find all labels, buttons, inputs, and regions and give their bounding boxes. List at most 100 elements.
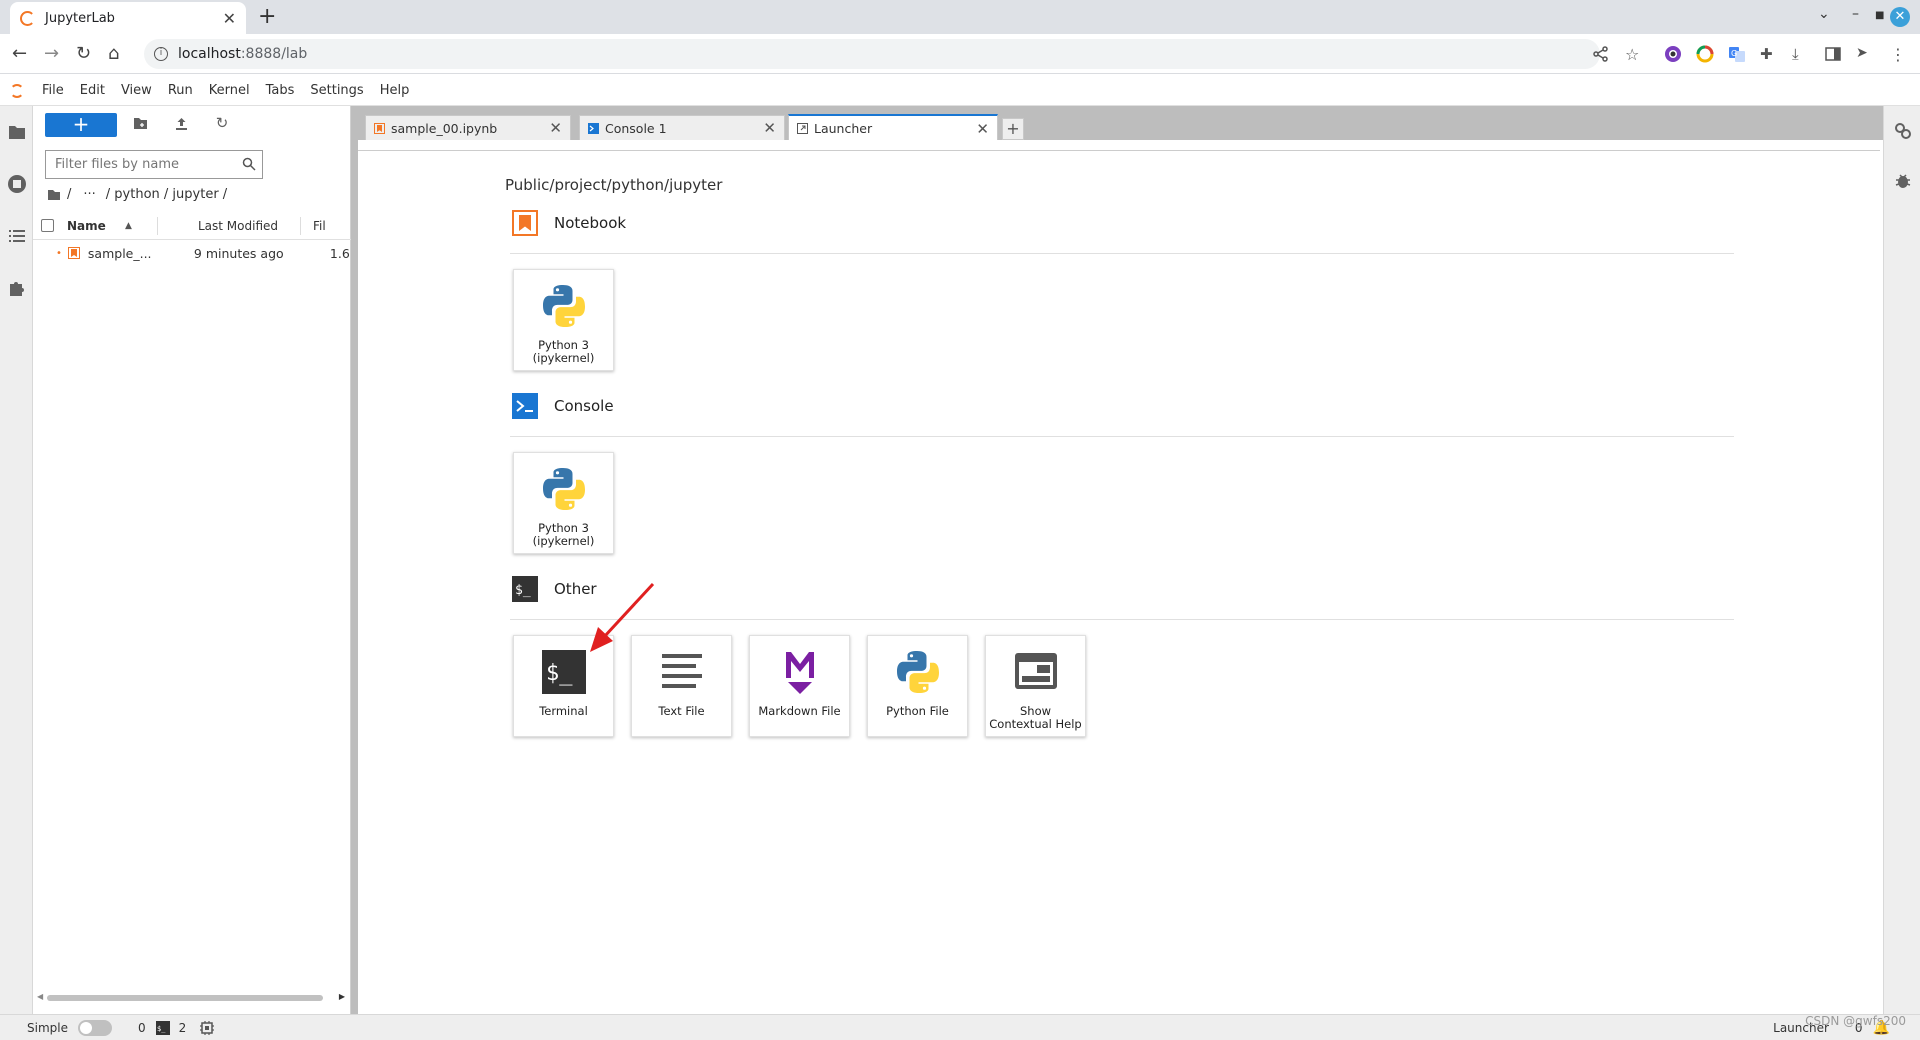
scroll-left-icon[interactable]: ◀ — [37, 992, 43, 1001]
filter-files-input[interactable] — [55, 157, 235, 172]
section-other: $_ Other — [512, 576, 597, 602]
url-text: localhost:8888/lab — [178, 46, 307, 62]
menu-edit[interactable]: Edit — [72, 83, 113, 98]
refresh-icon[interactable]: ↻ — [214, 114, 230, 132]
home-folder-icon[interactable] — [47, 189, 61, 201]
menu-tabs[interactable]: Tabs — [258, 83, 303, 98]
card-label-line2: Contextual Help — [989, 717, 1082, 731]
terminals-count[interactable]: 2 — [179, 1021, 187, 1035]
translate-icon[interactable]: G — [1728, 45, 1746, 63]
file-modified: 9 minutes ago — [193, 245, 284, 261]
minimize-icon[interactable]: – — [1852, 6, 1859, 22]
back-icon[interactable]: ← — [12, 43, 27, 64]
close-tab-icon[interactable]: ✕ — [223, 9, 236, 28]
column-divider — [157, 216, 158, 235]
extension-ring-icon[interactable] — [1696, 45, 1714, 63]
maximize-icon[interactable]: ■ — [1875, 10, 1884, 21]
contextual-help-icon — [1010, 646, 1062, 698]
property-inspector-icon[interactable] — [1894, 122, 1912, 144]
terminal-status-icon[interactable]: $_ — [155, 1020, 170, 1035]
menu-kernel[interactable]: Kernel — [201, 83, 258, 98]
menu-settings[interactable]: Settings — [302, 83, 371, 98]
simple-mode-toggle[interactable] — [77, 1019, 112, 1036]
kernels-count[interactable]: 0 — [138, 1021, 146, 1035]
add-tab-button[interactable]: + — [1002, 118, 1024, 140]
folder-icon[interactable] — [7, 122, 27, 142]
scrollbar-thumb[interactable] — [47, 995, 323, 1001]
new-launcher-button[interactable]: + — [45, 113, 117, 137]
column-name[interactable]: Name — [67, 219, 125, 233]
profile-icon[interactable]: ➤ — [1856, 45, 1874, 63]
svg-text:$_: $_ — [515, 583, 531, 598]
table-of-contents-icon[interactable] — [7, 226, 27, 246]
column-file-size[interactable]: Fil — [313, 219, 326, 233]
new-tab-icon[interactable]: + — [258, 4, 276, 29]
launcher-card-notebook-python3[interactable]: Python 3 (ipykernel) — [513, 269, 614, 371]
extension-color-icon[interactable] — [1664, 45, 1682, 63]
browser-tab[interactable]: JupyterLab ✕ — [10, 2, 246, 34]
python-icon — [892, 646, 944, 698]
breadcrumb-ellipsis[interactable]: ··· — [83, 187, 95, 202]
window-close-icon[interactable]: ✕ — [1890, 7, 1910, 27]
more-menu-icon[interactable]: ⋮ — [1890, 45, 1908, 64]
python-logo-icon — [538, 463, 590, 515]
side-panel-icon[interactable] — [1824, 45, 1842, 63]
share-icon[interactable] — [1592, 45, 1610, 63]
filter-files-field[interactable] — [45, 150, 263, 179]
launcher-card-python-file[interactable]: Python File — [867, 635, 968, 737]
tab-console-1[interactable]: Console 1 ✕ — [579, 115, 785, 140]
file-browser-panel: + ↻ / ··· / python / jupyter / Name ▲ La… — [33, 106, 351, 1014]
terminal-icon: $_ — [538, 646, 590, 698]
notebook-icon — [374, 122, 385, 134]
address-bar[interactable]: i localhost:8888/lab — [144, 39, 1600, 69]
sort-ascending-icon: ▲ — [125, 220, 132, 231]
url-port-path: :8888/lab — [240, 46, 308, 62]
file-list-header: Name ▲ Last Modified Fil — [33, 212, 351, 240]
close-tab-icon[interactable]: ✕ — [976, 120, 989, 138]
menu-help[interactable]: Help — [372, 83, 418, 98]
breadcrumb-root[interactable]: / — [67, 187, 71, 202]
launcher-card-terminal[interactable]: $_ Terminal — [513, 635, 614, 737]
forward-icon[interactable]: → — [44, 43, 59, 64]
select-all-checkbox[interactable] — [41, 219, 54, 232]
card-label-line2: (ipykernel) — [532, 351, 595, 365]
file-row[interactable]: • sample_... 9 minutes ago 1.6 — [33, 240, 351, 266]
search-icon — [242, 157, 256, 171]
tab-search-chevron-icon[interactable]: ⌄ — [1818, 6, 1830, 22]
debugger-icon[interactable] — [1894, 172, 1912, 194]
scroll-right-icon[interactable]: ▶ — [339, 992, 345, 1001]
close-tab-icon[interactable]: ✕ — [763, 119, 776, 137]
card-label: Python File — [886, 704, 949, 718]
tab-launcher[interactable]: Launcher ✕ — [788, 114, 998, 141]
new-folder-icon[interactable] — [132, 117, 148, 133]
launcher-card-contextual-help[interactable]: Show Contextual Help — [985, 635, 1086, 737]
horizontal-scrollbar[interactable]: ◀ ▶ — [37, 992, 345, 1004]
kernel-status-icon[interactable] — [200, 1020, 215, 1035]
close-tab-icon[interactable]: ✕ — [549, 119, 562, 137]
bookmark-star-icon[interactable]: ☆ — [1625, 45, 1643, 64]
section-title: Console — [554, 397, 614, 415]
url-host: localhost — [178, 46, 241, 62]
menu-view[interactable]: View — [113, 83, 160, 98]
reload-icon[interactable]: ↻ — [76, 43, 91, 64]
upload-icon[interactable] — [173, 117, 189, 133]
launcher-card-text-file[interactable]: Text File — [631, 635, 732, 737]
download-icon[interactable]: ⤓ — [1792, 45, 1810, 63]
python-logo-icon — [538, 280, 590, 332]
tab-label: Launcher — [814, 121, 873, 136]
home-icon[interactable]: ⌂ — [108, 43, 119, 64]
menu-run[interactable]: Run — [160, 83, 201, 98]
breadcrumb-path[interactable]: / python / jupyter / — [106, 187, 227, 202]
tab-sample-notebook[interactable]: sample_00.ipynb ✕ — [365, 115, 571, 140]
launcher-card-console-python3[interactable]: Python 3 (ipykernel) — [513, 452, 614, 554]
column-last-modified[interactable]: Last Modified — [198, 219, 286, 233]
launcher-card-markdown-file[interactable]: Markdown File — [749, 635, 850, 737]
extensions-puzzle-icon[interactable]: ✚ — [1760, 45, 1778, 63]
extension-manager-icon[interactable] — [7, 278, 27, 298]
menu-file[interactable]: File — [34, 83, 72, 98]
divider — [510, 436, 1734, 437]
running-kernels-icon[interactable] — [7, 174, 27, 194]
tab-label: sample_00.ipynb — [391, 120, 498, 136]
site-info-icon[interactable]: i — [154, 47, 168, 61]
svg-text:$_: $_ — [546, 661, 573, 686]
